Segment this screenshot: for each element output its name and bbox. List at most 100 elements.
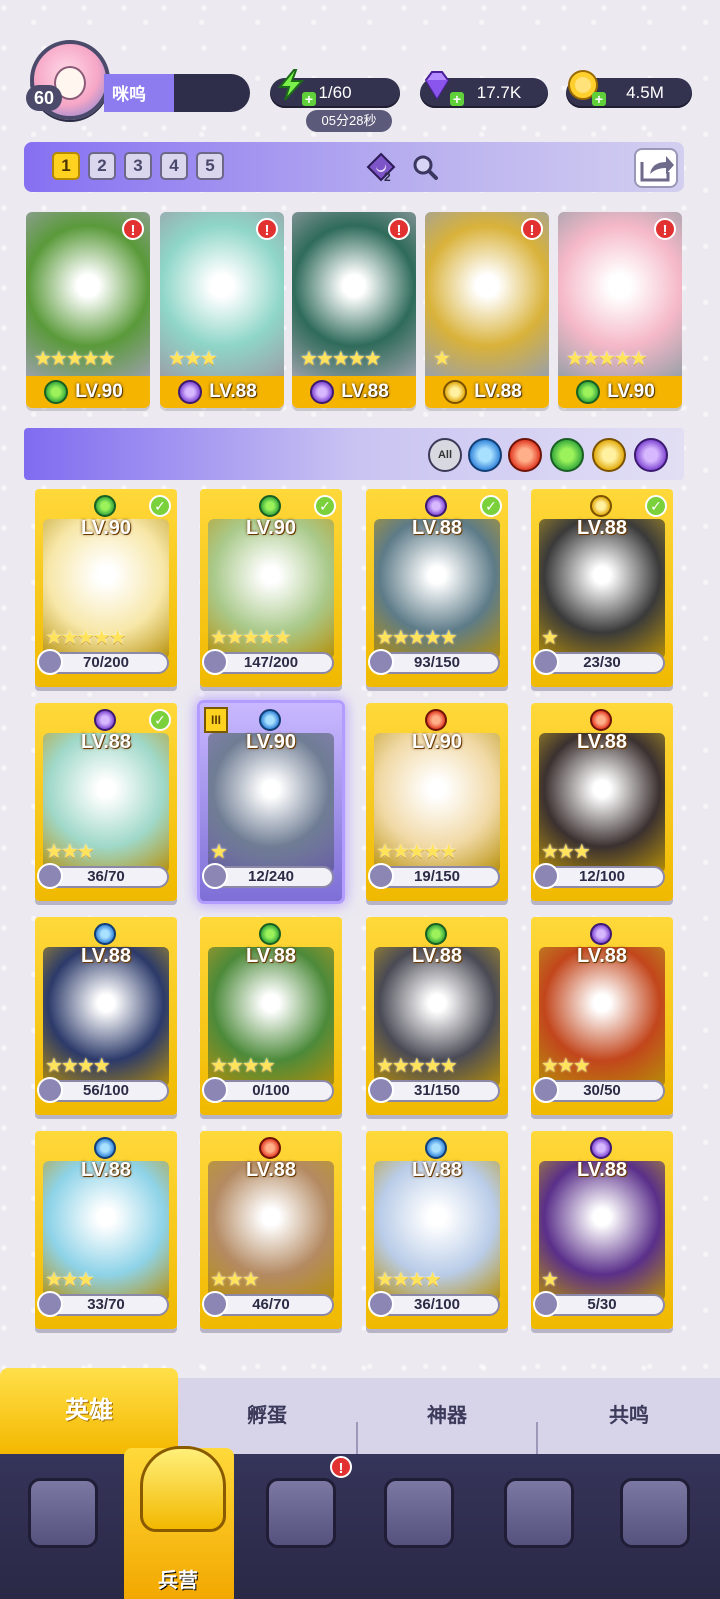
nav-mushroom-house[interactable] [488,1470,584,1580]
nav-castle[interactable] [368,1470,464,1580]
hero-portrait [539,1161,665,1301]
hero-portrait [539,519,665,659]
team-tab-4[interactable]: 4 [160,152,188,180]
team-hero-card[interactable]: ★★★★★ LV.88 ! [292,212,416,408]
hero-level: LV.88 [245,1159,297,1181]
upgrade-alert-icon: ! [388,218,410,240]
nav-cards[interactable] [12,1470,108,1580]
add-coins-button[interactable]: + [592,92,606,106]
team-tab-3[interactable]: 3 [124,152,152,180]
team-hero-card[interactable]: ★★★ LV.88 ! [160,212,284,408]
tab-hatch[interactable]: 孵蛋 [178,1378,356,1454]
hero-stars: ★★★ [541,841,591,863]
hero-card[interactable]: LV.88 ★ 5/30 [531,1131,673,1329]
nav-banner[interactable] [604,1470,700,1580]
soul-fragment-icon [37,1077,63,1103]
nav-book[interactable]: ! [250,1456,352,1580]
tab-resonance[interactable]: 共鸣 [538,1378,720,1454]
hero-card[interactable]: LV.88 ★★★★ 0/100 [200,917,342,1115]
soul-fragment-icon [202,863,228,889]
dark-element-icon [590,1137,612,1159]
hero-stars: ★★★★★ [210,627,292,649]
team-tab-1[interactable]: 1 [52,152,80,180]
upgrade-alert-icon: ! [521,218,543,240]
tab-artifacts[interactable]: 神器 [358,1378,536,1454]
add-gems-button[interactable]: + [450,92,464,106]
nature-element-icon [94,495,116,517]
nature-element-icon [259,923,281,945]
hero-card[interactable]: ✓ LV.90 ★★★★★ 147/200 [200,489,342,687]
hero-card[interactable]: III LV.90 ★ 12/240 [200,703,342,901]
nav-barracks-label: 兵营 [158,1570,198,1592]
share-button[interactable] [634,148,678,188]
upgrade-alert-icon: ! [256,218,278,240]
nav-barracks[interactable]: 兵营 [130,1446,226,1592]
team-tab-2[interactable]: 2 [88,152,116,180]
tab-heroes[interactable]: 英雄 [0,1368,178,1454]
hero-stars: ★ [541,1269,559,1291]
nature-element-icon [576,380,600,404]
add-energy-button[interactable]: + [302,92,316,106]
fire-element-icon[interactable] [508,438,542,472]
nav-book-alert: ! [330,1456,352,1478]
hero-level: LV.90 [411,731,463,753]
hero-stars: ★ [541,627,559,649]
element-filter-bar [24,428,684,480]
dark-element-icon [310,380,334,404]
search-icon[interactable] [410,152,440,182]
fire-element-icon [590,709,612,731]
hero-card[interactable]: LV.88 ★★★ 30/50 [531,917,673,1115]
hero-card[interactable]: LV.88 ★★★ 12/100 [531,703,673,901]
team-hero-card[interactable]: ★ LV.88 ! [425,212,549,408]
filter-all-button[interactable]: All [428,438,462,472]
cards-icon [28,1478,98,1548]
hero-card[interactable]: LV.88 ★★★ 33/70 [35,1131,177,1329]
hero-stars: ★★★ [168,348,218,370]
hero-stars: ★★★ [45,841,95,863]
hero-stars: ★★★★★ [376,627,458,649]
hero-card[interactable]: LV.88 ★★★ 46/70 [200,1131,342,1329]
soul-fragment-icon [368,863,394,889]
light-element-icon[interactable] [592,438,626,472]
team-formation-icon[interactable] [366,152,396,182]
hero-card[interactable]: ✓ LV.88 ★★★ 36/70 [35,703,177,901]
deployed-check-icon: ✓ [645,495,667,517]
hero-level: LV.88 [245,945,297,967]
hero-card[interactable]: LV.88 ★★★★★ 31/150 [366,917,508,1115]
banner-icon [620,1478,690,1548]
energy-timer: 05分28秒 [306,110,392,132]
deployed-check-icon: ✓ [149,495,171,517]
team-hero-card[interactable]: ★★★★★ LV.90 ! [558,212,682,408]
hero-stars: ★★★ [45,1269,95,1291]
hero-stars: ★ [433,348,451,370]
soul-fragment-icon [37,863,63,889]
dark-element-icon[interactable] [634,438,668,472]
nature-element-icon [425,923,447,945]
nature-element-icon [44,380,68,404]
team-hero-card[interactable]: ★★★★★ LV.90 ! [26,212,150,408]
soul-fragment-icon [533,649,559,675]
castle-icon [384,1478,454,1548]
hero-stars: ★★★★★ [376,1055,458,1077]
fire-element-icon [425,709,447,731]
deployed-check-icon: ✓ [149,709,171,731]
dark-element-icon [425,495,447,517]
nature-element-icon[interactable] [550,438,584,472]
hero-card[interactable]: ✓ LV.88 ★ 23/30 [531,489,673,687]
dark-element-icon [590,923,612,945]
dark-element-icon [178,380,202,404]
hero-card[interactable]: LV.88 ★★★★ 36/100 [366,1131,508,1329]
water-element-icon[interactable] [468,438,502,472]
hero-card[interactable]: LV.90 ★★★★★ 19/150 [366,703,508,901]
hero-card[interactable]: ✓ LV.90 ★★★★★ 70/200 [35,489,177,687]
team-tab-5[interactable]: 5 [196,152,224,180]
hero-stars: ★ [210,841,228,863]
rank-badge: III [204,707,228,733]
soul-fragment-icon [533,1291,559,1317]
barracks-icon [140,1446,226,1532]
upgrade-alert-icon: ! [122,218,144,240]
hero-stars: ★★★★ [45,1055,111,1077]
hero-card[interactable]: ✓ LV.88 ★★★★★ 93/150 [366,489,508,687]
book-icon [266,1478,336,1548]
hero-card[interactable]: LV.88 ★★★★ 56/100 [35,917,177,1115]
